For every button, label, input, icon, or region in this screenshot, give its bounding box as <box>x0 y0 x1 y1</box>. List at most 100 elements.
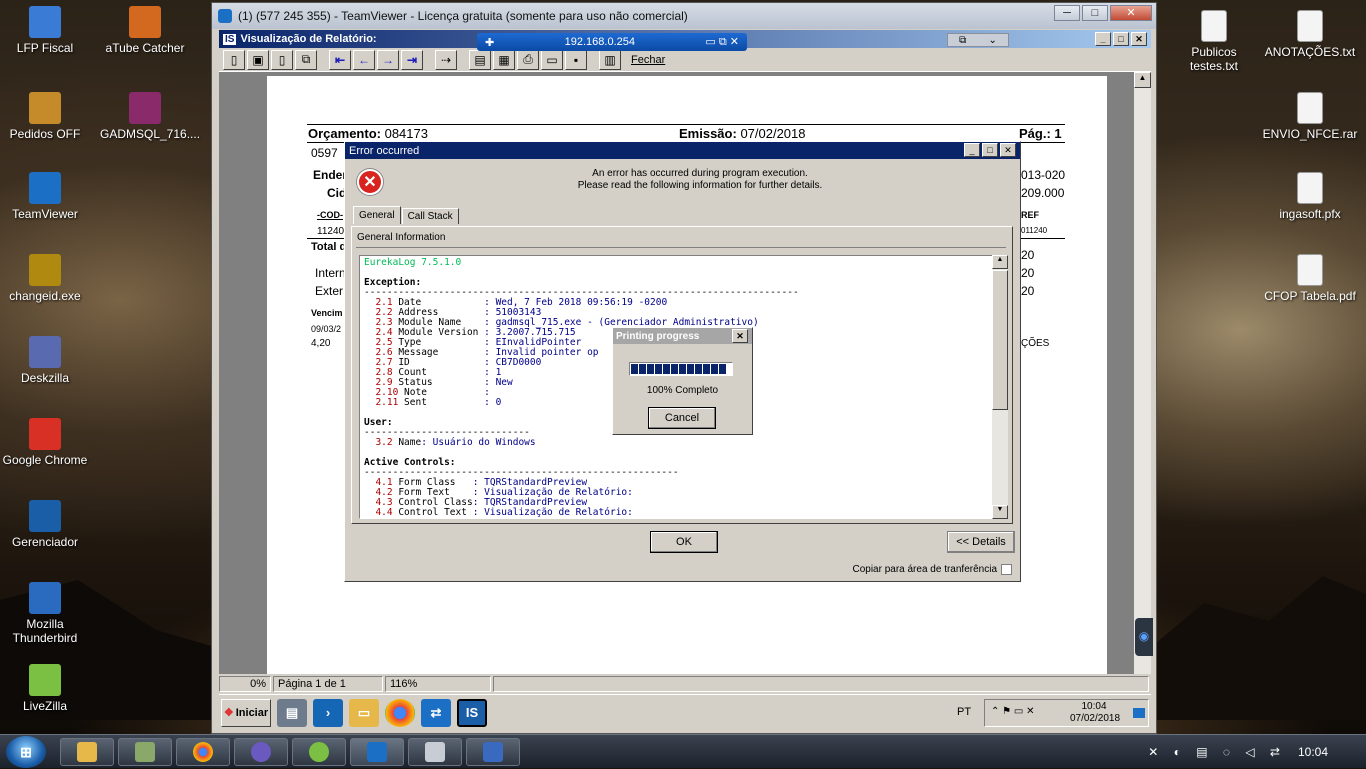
tray-icons[interactable]: ✕ ◐ ▤ ◌ ◁ ⇄ <box>1148 745 1286 759</box>
minimize-button[interactable]: ─ <box>1054 5 1080 21</box>
livezilla-icon <box>309 742 329 762</box>
desktop-icon[interactable]: changeid.exe <box>0 254 90 303</box>
desktop-icon[interactable]: Mozilla Thunderbird <box>0 582 90 645</box>
desktop-file-icon[interactable]: Publicos testes.txt <box>1166 10 1262 73</box>
taskbar-app[interactable] <box>234 738 288 766</box>
teamviewer-side-panel[interactable]: ⧉ ⌄ <box>947 33 1009 47</box>
scroll-thumb[interactable] <box>992 270 1008 410</box>
desktop-icon[interactable]: GADMSQL_716.... <box>100 92 200 141</box>
error-message-line: Please read the following information fo… <box>577 180 823 191</box>
progress-segment <box>647 364 654 374</box>
error-titlebar[interactable]: Error occurred _ □ ✕ <box>345 142 1020 159</box>
close-button[interactable]: ✕ <box>1000 143 1016 157</box>
desktop-file-icon[interactable]: ANOTAÇÕES.txt <box>1262 10 1358 59</box>
prev-page-icon[interactable]: ← <box>353 49 375 70</box>
full-page-button[interactable]: ▯ <box>271 49 293 70</box>
printing-titlebar[interactable]: Printing progress ✕ <box>613 328 752 344</box>
remote-clock-date: 07/02/2018 <box>1069 713 1121 724</box>
desktop-icon[interactable]: TeamViewer <box>0 172 90 221</box>
scroll-up-icon[interactable]: ▲ <box>992 255 1008 269</box>
desktop-icon[interactable]: Google Chrome <box>0 418 90 467</box>
desktop-file-icon[interactable]: ENVIO_NFCE.rar <box>1262 92 1358 141</box>
print-button[interactable]: ⎙ <box>517 49 539 70</box>
language-indicator[interactable]: PT <box>957 706 971 718</box>
log-scrollbar[interactable]: ▲ ▼ <box>992 255 1008 519</box>
clock-time[interactable]: 10:04 <box>1298 745 1328 759</box>
taskbar-app[interactable] <box>466 738 520 766</box>
files-icon[interactable]: ▤ <box>277 698 307 727</box>
maximize-button[interactable]: □ <box>982 143 998 157</box>
taskbar-calculator[interactable] <box>408 738 462 766</box>
taskbar-livezilla[interactable] <box>292 738 346 766</box>
ok-button[interactable]: OK <box>650 531 718 553</box>
chrome-icon[interactable] <box>385 698 415 727</box>
start-button[interactable]: ⊞ <box>6 736 46 768</box>
zoom-button[interactable]: ▣ <box>247 49 269 70</box>
scroll-up-icon[interactable]: ▲ <box>1134 72 1151 88</box>
teamviewer-panel[interactable]: ✚ 192.168.0.254 ▭ ⧉ ✕ <box>477 33 747 51</box>
desktop-file-icon[interactable]: CFOP Tabela.pdf <box>1262 254 1358 303</box>
save-button[interactable]: ▪ <box>565 49 587 70</box>
preview-scrollbar[interactable]: ▲ <box>1134 72 1151 674</box>
teamviewer-panel-controls[interactable]: ▭ ⧉ ✕ <box>705 35 739 49</box>
tab-call-stack[interactable]: Call Stack <box>401 208 459 224</box>
report-line: Vencim <box>311 308 343 318</box>
teamviewer-icon[interactable]: ⇄ <box>421 698 451 727</box>
show-desktop-icon[interactable] <box>1133 708 1145 718</box>
shortcut-icon <box>29 254 61 286</box>
printer-setup-button[interactable]: ▦ <box>493 49 515 70</box>
teamviewer-pin-icon[interactable]: ✚ <box>485 36 494 49</box>
desktop-icon[interactable]: Deskzilla <box>0 336 90 385</box>
folder-icon[interactable]: ▭ <box>349 698 379 727</box>
powershell-icon[interactable]: › <box>313 698 343 727</box>
scroll-down-icon[interactable]: ▼ <box>992 505 1008 519</box>
report-line: 20 <box>1021 266 1035 280</box>
close-button[interactable]: ✕ <box>732 329 748 343</box>
copy-clipboard-option[interactable]: Copiar para área de tranferência <box>852 564 1012 575</box>
maximize-button[interactable]: □ <box>1082 5 1108 21</box>
teamviewer-side-tab[interactable]: ◉ <box>1135 618 1153 656</box>
report-line: Ender <box>313 168 348 182</box>
minimize-button[interactable]: _ <box>1095 32 1111 46</box>
desktop-icon[interactable]: Gerenciador <box>0 500 90 549</box>
desktop-icon-label: changeid.exe <box>9 289 81 303</box>
desktop-icon-label: LFP Fiscal <box>16 41 74 55</box>
report-code: 11240 <box>317 226 345 237</box>
desktop-icon[interactable]: LFP Fiscal <box>0 6 90 55</box>
teamviewer-titlebar[interactable]: (1) (577 245 355) - TeamViewer - Licença… <box>212 3 1156 29</box>
open-button[interactable]: ▭ <box>541 49 563 70</box>
taskbar-teamviewer[interactable] <box>350 738 404 766</box>
page-setup-button[interactable]: ▤ <box>469 49 491 70</box>
desktop-icon[interactable]: Pedidos OFF <box>0 92 90 141</box>
taskbar-explorer[interactable] <box>60 738 114 766</box>
cancel-button[interactable]: Cancel <box>648 407 716 429</box>
minimize-button[interactable]: _ <box>964 143 980 157</box>
taskbar-folder[interactable] <box>118 738 172 766</box>
multi-page-button[interactable]: ⧉ <box>295 49 317 70</box>
close-button[interactable]: ✕ <box>1131 32 1147 46</box>
report-line: 013-020 <box>1021 168 1066 182</box>
desktop-icon[interactable]: aTube Catcher <box>100 6 190 55</box>
chrome-icon <box>193 742 213 762</box>
tab-general[interactable]: General <box>353 206 401 224</box>
tray-icons[interactable]: ⌃ ⚑ ▭ ✕ <box>991 706 1035 717</box>
remote-start-button[interactable]: ❖ Iniciar <box>221 698 271 727</box>
close-preview-icon[interactable]: ▥ <box>599 49 621 70</box>
first-page-icon[interactable]: ⇤ <box>329 49 351 70</box>
gerenciador-icon[interactable]: IS <box>457 698 487 727</box>
report-line: 20 <box>1021 248 1035 262</box>
desktop-file-icon[interactable]: ingasoft.pfx <box>1262 172 1358 221</box>
close-button[interactable]: ✕ <box>1110 5 1152 21</box>
maximize-button[interactable]: □ <box>1113 32 1129 46</box>
progress-segment <box>711 364 718 374</box>
last-page-icon[interactable]: ⇥ <box>401 49 423 70</box>
page-width-button[interactable]: ▯ <box>223 49 245 70</box>
next-page-icon[interactable]: → <box>377 49 399 70</box>
desktop-icon[interactable]: LiveZilla <box>0 664 90 713</box>
taskbar-chrome[interactable] <box>176 738 230 766</box>
details-button[interactable]: << Details <box>947 531 1015 553</box>
goto-page-button[interactable]: ⇢ <box>435 49 457 70</box>
fechar-button[interactable]: Fechar <box>631 54 665 66</box>
copy-clipboard-checkbox[interactable] <box>1001 564 1012 575</box>
